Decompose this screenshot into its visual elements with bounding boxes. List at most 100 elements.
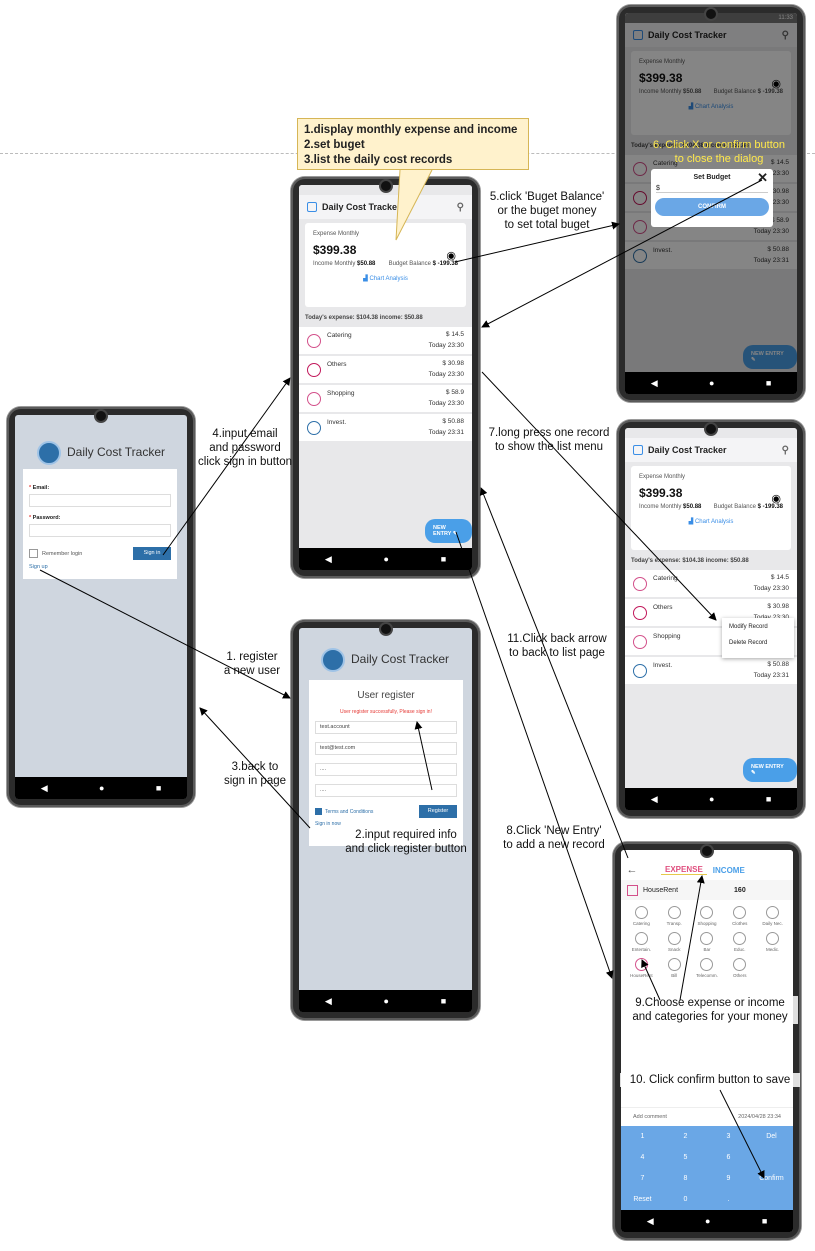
nav-recent-icon[interactable]: ■ [441,554,446,564]
terms-checkbox[interactable] [315,808,322,815]
menu-grid-icon[interactable] [633,445,643,455]
nav-recent-icon[interactable]: ■ [766,794,771,804]
chart-analysis-link[interactable]: ▟ Chart Analysis [639,518,783,525]
email-field[interactable] [29,494,171,507]
key-3[interactable]: 3 [707,1126,750,1147]
signin-button[interactable]: Sign in [133,547,171,560]
key-del[interactable]: Del [750,1126,793,1147]
nav-bar: ◀ ● ■ [625,372,797,394]
record-name: Invest. [653,662,673,669]
category-bar[interactable]: Bar [691,932,724,952]
nav-back-icon[interactable]: ◀ [325,554,332,565]
password-field[interactable]: .... [315,763,457,776]
nav-recent-icon[interactable]: ■ [441,996,446,1006]
close-icon[interactable]: ✕ [757,170,768,186]
key-2[interactable]: 2 [664,1126,707,1147]
datetime-field[interactable]: 2024/04/28 23:34 [738,1114,781,1120]
nav-home-icon[interactable]: ● [709,378,714,388]
comment-field[interactable]: Add comment [633,1114,667,1120]
nav-recent-icon[interactable]: ■ [762,1216,767,1226]
nav-back-icon[interactable]: ◀ [651,378,658,389]
signin-now-link[interactable]: Sign in now [315,821,457,827]
category-medic[interactable]: Medic. [756,932,789,952]
record-row[interactable]: Invest. $ 50.88 Today 23:31 [625,657,797,684]
record-amount: $ 14.5 [445,331,464,339]
confirm-button[interactable]: CONFIRM [655,198,769,216]
remember-label: Remember login [42,550,83,557]
confirm-password-field[interactable]: .... [315,784,457,797]
nav-back-icon[interactable]: ◀ [647,1216,654,1227]
budget-input[interactable]: $ [656,185,768,193]
key-confirm[interactable]: Confirm [750,1168,793,1189]
nav-home-icon[interactable]: ● [99,783,104,793]
key-0[interactable]: 0 [664,1189,707,1210]
record-name: Shopping [327,390,355,397]
nav-back-icon[interactable]: ◀ [325,996,332,1007]
nav-home-icon[interactable]: ● [705,1216,710,1226]
bill-icon [667,958,681,971]
record-row[interactable]: Catering $ 14.5 Today 23:30 [625,570,797,597]
key-6[interactable]: 6 [707,1147,750,1168]
category-entertain[interactable]: Entertain. [625,932,658,952]
category-catering[interactable]: Catering [625,906,658,926]
category-houserent[interactable]: HouseRent [625,958,658,978]
modify-record-item[interactable]: Modify Record [722,618,794,635]
menu-grid-icon[interactable] [307,202,317,212]
category-others[interactable]: Others [723,958,756,978]
key-9[interactable]: 9 [707,1168,750,1189]
category-label: HouseRent [630,973,653,978]
password-field[interactable] [29,524,171,537]
remember-checkbox[interactable] [29,549,38,558]
record-row[interactable]: Others $ 30.98 Today 23:30 [299,356,472,383]
others-icon [633,605,647,620]
category-snack[interactable]: Snack [658,932,691,952]
record-row[interactable]: Shopping $ 58.9 Today 23:30 [299,385,472,412]
key-reset[interactable]: Reset [621,1189,664,1210]
key-7[interactable]: 7 [621,1168,664,1189]
nav-recent-icon[interactable]: ■ [156,783,161,793]
eye-icon[interactable]: ◉ [446,249,456,262]
new-entry-button[interactable]: NEW ENTRY ✎ [743,758,797,782]
nav-recent-icon[interactable]: ■ [766,378,771,388]
eye-icon[interactable]: ◉ [771,492,781,505]
category-telecomm[interactable]: Telecomm. [691,958,724,978]
tab-expense[interactable]: EXPENSE [661,865,707,875]
balance-label: Budget Balance [713,504,756,510]
record-amount-time: $ 14.5 Today 23:30 [429,330,464,351]
terms-link[interactable]: Terms and Conditions [325,809,373,815]
nav-home-icon[interactable]: ● [384,996,389,1006]
category-educ[interactable]: Educ. [723,932,756,952]
nav-home-icon[interactable]: ● [709,794,714,804]
record-row[interactable]: Catering $ 14.5 Today 23:30 [299,327,472,354]
nav-back-icon[interactable]: ◀ [41,783,48,794]
category-clothes[interactable]: Clothes [723,906,756,926]
account-field[interactable]: test.account [315,721,457,734]
signup-link[interactable]: Sign up [29,564,171,570]
nav-back-icon[interactable]: ◀ [651,794,658,805]
category-shopping[interactable]: Shopping [691,906,724,926]
record-amount-time: $ 30.98 Today 23:30 [429,359,464,380]
category-dailynec[interactable]: Daily Nec. [756,906,789,926]
search-icon[interactable]: ⚲ [457,202,464,213]
camera [700,844,714,858]
register-button[interactable]: Register [419,805,457,818]
tab-income[interactable]: INCOME [713,866,745,875]
nav-home-icon[interactable]: ● [384,554,389,564]
back-arrow-icon[interactable]: ← [621,864,643,876]
category-bill[interactable]: Bill [658,958,691,978]
phone-budget-dialog: 11:33 Daily Cost Tracker ⚲ Expense Monthl… [617,5,805,402]
key-4[interactable]: 4 [621,1147,664,1168]
step-6-label: 6. Click X or confirm button to close the… [652,139,786,165]
key-5[interactable]: 5 [664,1147,707,1168]
delete-record-item[interactable]: Delete Record [722,635,794,651]
category-transp[interactable]: Transp. [658,906,691,926]
email-field[interactable]: test@test.com [315,742,457,755]
key-1[interactable]: 1 [621,1126,664,1147]
key-8[interactable]: 8 [664,1168,707,1189]
search-icon[interactable]: ⚲ [782,445,789,456]
step-3-label: 3.back to sign in page [223,761,287,787]
new-entry-button[interactable]: NEW ENTRY ✎ [425,519,472,543]
record-row[interactable]: Invest. $ 50.88 Today 23:31 [299,414,472,441]
key-dot[interactable]: . [707,1189,750,1210]
chart-analysis-link[interactable]: ▟ Chart Analysis [313,275,458,282]
